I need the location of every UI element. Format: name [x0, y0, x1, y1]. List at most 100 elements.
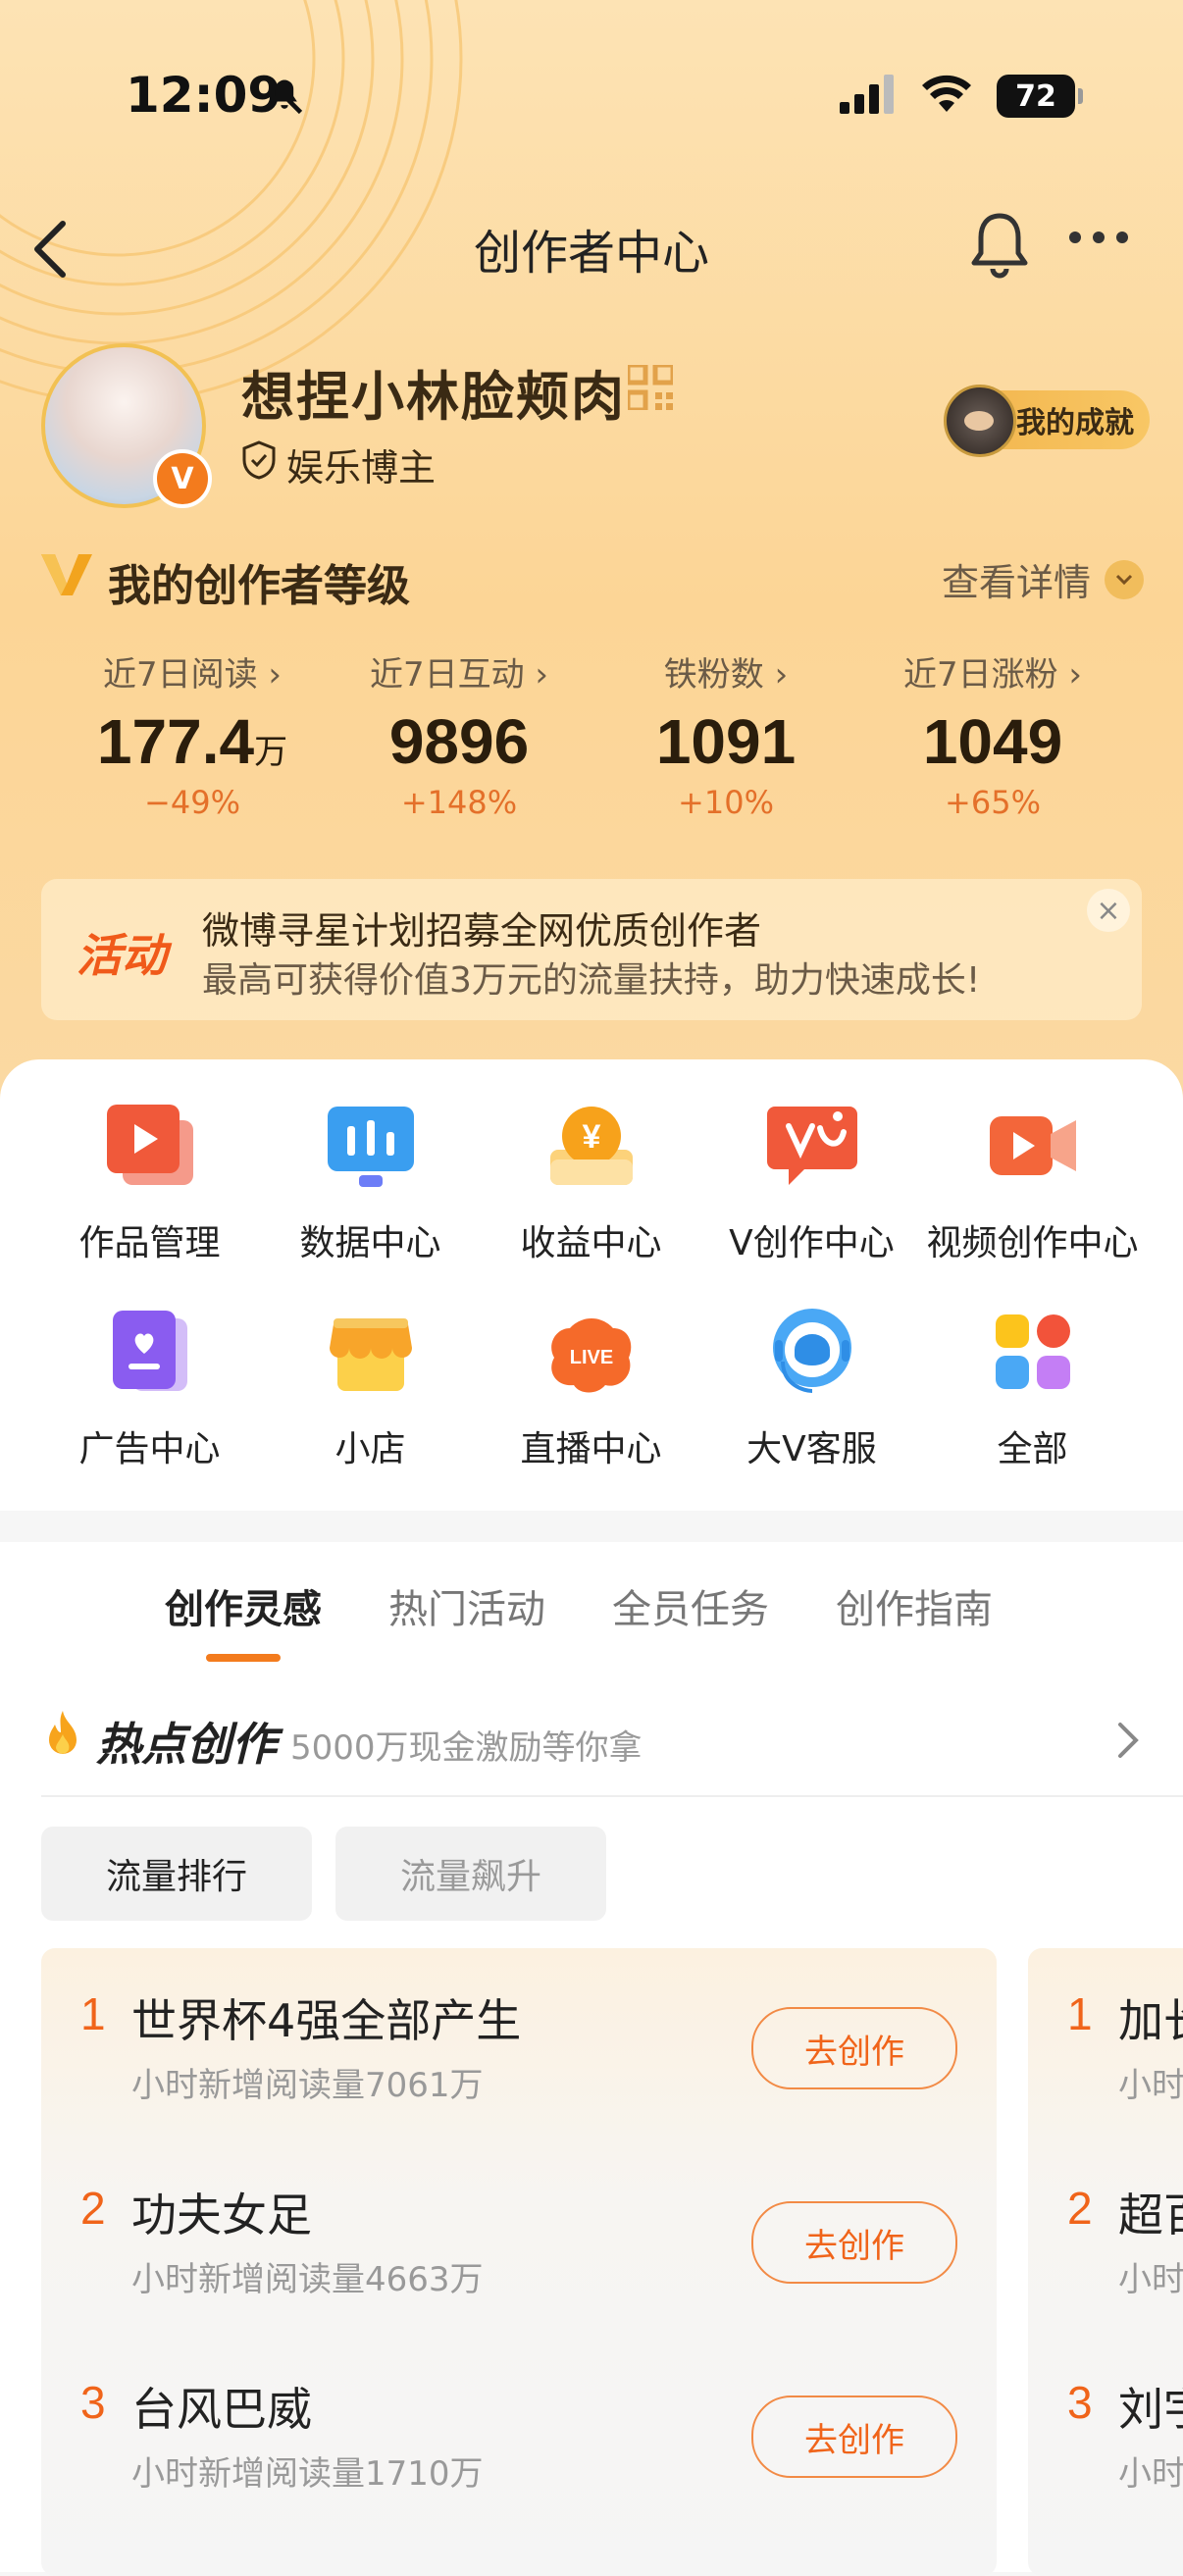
notification-bell-icon[interactable] — [969, 210, 1030, 283]
username[interactable]: 想捏小林脸颊肉 — [241, 353, 626, 431]
status-bar: 12:09 72 — [0, 67, 1183, 126]
live-badge-text: LIVE — [569, 1347, 612, 1368]
tool-label: 视频创作中心 — [926, 1223, 1139, 1263]
stat-new-fans[interactable]: 近7日涨粉 › 1049 +65% — [859, 647, 1126, 844]
topic-reads: 小时新增阅读量4663万 — [131, 2260, 484, 2299]
list-item[interactable]: 3 刘宇 小时 — [1028, 2337, 1183, 2531]
go-create-button[interactable]: 去创作 — [751, 2201, 957, 2284]
rank-number: 2 — [1067, 2183, 1093, 2234]
go-create-button[interactable]: 去创作 — [751, 2396, 957, 2478]
topic-reads: 小时新增阅读量7061万 — [131, 2066, 484, 2105]
hot-title: 热点创作 — [96, 1718, 277, 1771]
ranking-filter: 流量排行 流量飙升 — [41, 1827, 606, 1921]
fire-icon — [41, 1709, 84, 1764]
chip-traffic-ranking[interactable]: 流量排行 — [41, 1827, 312, 1921]
go-create-button[interactable]: 去创作 — [751, 2007, 957, 2089]
achievement-button[interactable]: 我的成就 — [944, 385, 1150, 457]
topic-reads: 小时 — [1118, 2454, 1183, 2494]
creator-level-row: 我的创作者等级 查看详情 — [39, 544, 1144, 613]
tool-label: 收益中心 — [520, 1223, 662, 1263]
tool-data-center[interactable]: 数据中心 — [260, 1099, 481, 1265]
tool-live-center[interactable]: LIVE 直播中心 — [481, 1305, 701, 1471]
tool-works-management[interactable]: 作品管理 — [39, 1099, 260, 1265]
tool-all[interactable]: 全部 — [922, 1305, 1143, 1471]
tool-customer-service[interactable]: 大V客服 — [701, 1305, 922, 1471]
rank-number: 2 — [80, 2183, 106, 2234]
tool-label: 广告中心 — [78, 1429, 221, 1469]
chip-traffic-surge[interactable]: 流量飙升 — [335, 1827, 606, 1921]
stat-change: +10% — [678, 784, 774, 821]
activity-banner[interactable]: 活动 微博寻星计划招募全网优质创作者 最高可获得价值3万元的流量扶持，助力快速成… — [41, 879, 1142, 1020]
rank-number: 3 — [1067, 2377, 1093, 2428]
list-item[interactable]: 3 台风巴威 小时新增阅读量1710万 去创作 — [41, 2337, 997, 2531]
topic-title: 台风巴威 — [131, 2383, 312, 2436]
role-text: 娱乐博主 — [286, 446, 437, 489]
activity-tag: 活动 — [77, 929, 167, 982]
stat-value: 1091 — [655, 706, 797, 777]
all-apps-icon — [986, 1305, 1080, 1399]
shop-icon — [324, 1305, 418, 1399]
list-item[interactable]: 1 世界杯4强全部产生 小时新增阅读量7061万 去创作 — [41, 1948, 997, 2142]
tool-video-create-center[interactable]: 视频创作中心 — [922, 1099, 1143, 1265]
tab-all-member-tasks[interactable]: 全员任务 — [612, 1577, 769, 1634]
topic-reads: 小时新增阅读量1710万 — [131, 2454, 484, 2494]
battery-indicator: 72 — [997, 75, 1083, 118]
stat-value: 9896 — [388, 706, 530, 777]
tool-label: 数据中心 — [299, 1223, 441, 1263]
tool-label: 直播中心 — [520, 1429, 662, 1469]
list-item[interactable]: 1 加长 小时 — [1028, 1948, 1183, 2142]
rank-number: 3 — [80, 2377, 106, 2428]
verified-v-badge-icon: V — [153, 449, 212, 508]
ad-center-icon — [103, 1305, 197, 1399]
close-icon[interactable]: × — [1087, 889, 1130, 932]
stat-core-fans[interactable]: 铁粉数 › 1091 +10% — [592, 647, 859, 844]
stat-value: 177.4 — [96, 706, 255, 777]
hot-creation-header[interactable]: 热点创作 5000万现金激励等你拿 — [41, 1705, 1142, 1783]
list-item[interactable]: 2 超百 小时 — [1028, 2142, 1183, 2337]
banner-subtitle: 最高可获得价值3万元的流量扶持，助力快速成长! — [202, 960, 981, 1001]
mute-icon — [263, 75, 306, 122]
topic-reads: 小时 — [1118, 2066, 1183, 2105]
stat-change: +65% — [945, 784, 1041, 821]
role-label: 娱乐博主 — [241, 438, 436, 491]
tool-ad-center[interactable]: 广告中心 — [39, 1305, 260, 1471]
live-icon: LIVE — [544, 1305, 639, 1399]
tool-v-create-center[interactable]: V创作中心 — [701, 1099, 922, 1265]
tools-grid: 作品管理 数据中心 ¥ 收益中心 V创作中心 视频创作中心 广告中心 小店 LI… — [0, 1099, 1183, 1471]
stats-row: 近7日阅读 › 177.4万 −49% 近7日互动 › 9896 +148% 铁… — [0, 647, 1183, 844]
tab-creation-guide[interactable]: 创作指南 — [836, 1577, 993, 1634]
tool-label: 全部 — [997, 1429, 1068, 1469]
level-title: 我的创作者等级 — [108, 561, 410, 611]
tab-bar: 创作灵感 热门活动 全员任务 创作指南 — [165, 1577, 993, 1634]
stat-label: 近7日阅读 — [102, 655, 258, 695]
data-center-icon — [324, 1099, 418, 1193]
avatar[interactable]: V — [41, 343, 212, 508]
tab-creative-inspiration[interactable]: 创作灵感 — [165, 1577, 322, 1634]
view-details-link[interactable]: 查看详情 — [942, 552, 1144, 606]
ranking-card-next[interactable]: 1 加长 小时 2 超百 小时 3 刘宇 小时 — [1028, 1948, 1183, 2576]
topic-title: 世界杯4强全部产生 — [131, 1994, 522, 2047]
tool-label: V创作中心 — [729, 1223, 895, 1263]
svg-text:¥: ¥ — [582, 1118, 600, 1156]
cellular-signal-icon — [840, 75, 897, 118]
stat-reads[interactable]: 近7日阅读 › 177.4万 −49% — [59, 647, 326, 844]
tool-income-center[interactable]: ¥ 收益中心 — [481, 1099, 701, 1265]
stat-interactions[interactable]: 近7日互动 › 9896 +148% — [326, 647, 592, 844]
qr-code-icon[interactable] — [625, 362, 676, 414]
more-options-icon[interactable] — [1069, 232, 1128, 243]
ranking-card: 1 世界杯4强全部产生 小时新增阅读量7061万 去创作 2 功夫女足 小时新增… — [41, 1948, 997, 2576]
tool-shop[interactable]: 小店 — [260, 1305, 481, 1471]
medal-icon — [944, 385, 1016, 457]
chevron-down-icon — [1105, 559, 1144, 599]
view-details-label: 查看详情 — [941, 561, 1091, 604]
stat-label: 近7日涨粉 — [902, 655, 1058, 695]
tool-label: 小店 — [334, 1429, 406, 1469]
status-time: 12:09 — [126, 67, 283, 124]
list-item[interactable]: 2 功夫女足 小时新增阅读量4663万 去创作 — [41, 2142, 997, 2337]
tools-card: 作品管理 数据中心 ¥ 收益中心 V创作中心 视频创作中心 广告中心 小店 LI… — [0, 1059, 1183, 1511]
stat-label: 铁粉数 — [663, 655, 764, 695]
tab-hot-activities[interactable]: 热门活动 — [388, 1577, 545, 1634]
customer-service-icon — [765, 1305, 859, 1399]
divider — [41, 1795, 1183, 1797]
nav-bar: 创作者中心 — [0, 206, 1183, 284]
